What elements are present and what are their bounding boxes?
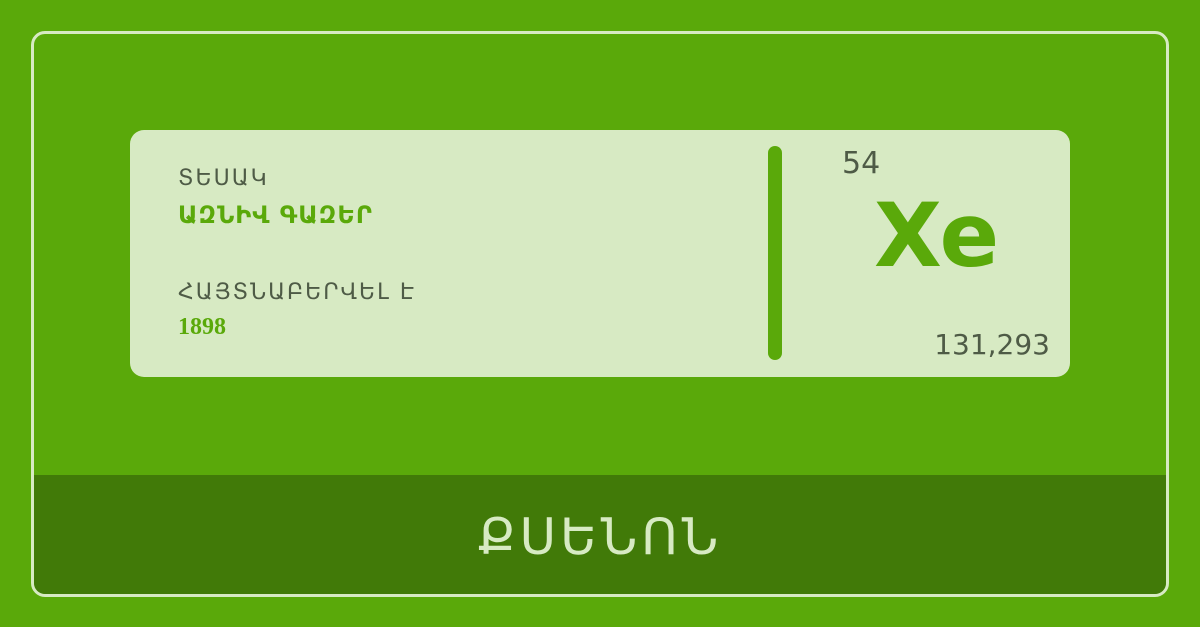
element-name: ՔՍԵՆՈՆ: [477, 507, 723, 566]
element-name-banner: ՔՍԵՆՈՆ: [34, 475, 1166, 594]
discovered-year: 1898: [178, 314, 226, 340]
type-value: ԱԶՆԻՎ ԳԱԶԵՐ: [178, 201, 373, 229]
atomic-mass: 131,293: [934, 328, 1050, 361]
type-label: ՏԵՍԱԿ: [178, 166, 269, 191]
atomic-number: 54: [842, 146, 881, 181]
card-divider: [768, 146, 782, 360]
element-symbol: Xe: [874, 184, 1000, 287]
discovered-label: ՀԱՅՏՆԱԲԵՐՎԵԼ Է: [178, 280, 416, 305]
element-card: ՏԵՍԱԿ ԱԶՆԻՎ ԳԱԶԵՐ ՀԱՅՏՆԱԲԵՐՎԵԼ Է 1898 54…: [130, 130, 1070, 377]
